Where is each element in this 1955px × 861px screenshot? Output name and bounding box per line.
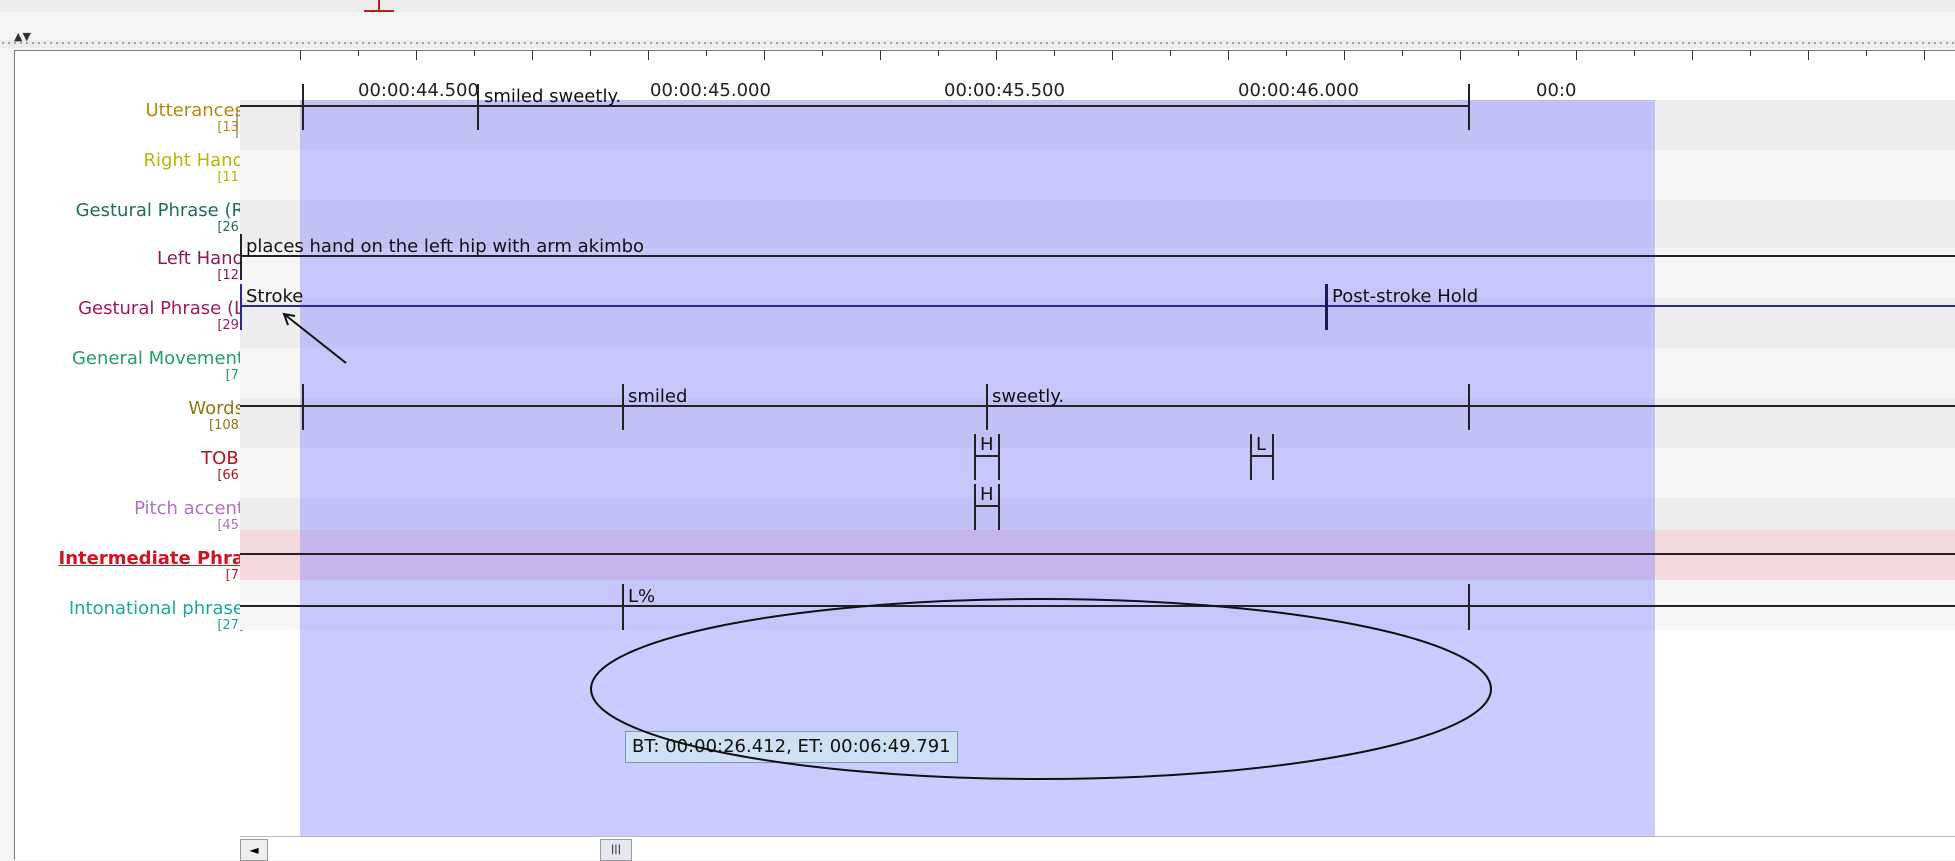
tick xyxy=(474,50,475,56)
split-divider[interactable] xyxy=(0,40,1955,48)
tier-label-left-hand[interactable]: Left Hand xyxy=(157,248,244,269)
utterance-annotation[interactable]: smiled sweetly. xyxy=(484,86,621,107)
tobi-annotation[interactable]: L xyxy=(1256,434,1266,455)
tick xyxy=(358,50,359,56)
annotation-boundary xyxy=(974,434,976,480)
crosshair-marker-base xyxy=(364,10,394,12)
ruler-label: 00:00:45.500 xyxy=(944,80,1065,101)
annotation-boundary xyxy=(477,84,479,130)
annotation-line xyxy=(1250,455,1274,457)
intonational-annotation[interactable]: L% xyxy=(628,586,655,607)
scroll-left-icon[interactable]: ◄ xyxy=(240,839,268,861)
ruler-label: 00:00:46.000 xyxy=(1238,80,1359,101)
tick xyxy=(1344,50,1345,60)
tick xyxy=(822,50,823,56)
word-annotation[interactable]: smiled xyxy=(628,386,687,407)
ruler-label: 00:00:44.500 xyxy=(358,80,479,101)
tick xyxy=(1112,50,1113,60)
annotation-line xyxy=(240,105,1470,107)
stroke-annotation[interactable]: Stroke xyxy=(246,286,303,307)
tick xyxy=(532,50,533,60)
tier-label-intonational-phrase[interactable]: Intonational phrase xyxy=(69,598,244,619)
annotation-boundary xyxy=(622,584,624,630)
tier-label-right-hand[interactable]: Right Hand xyxy=(143,150,244,171)
tick xyxy=(300,50,301,60)
annotation-boundary xyxy=(1325,284,1328,330)
annotation-line xyxy=(240,305,1955,307)
annotation-boundary xyxy=(1272,434,1274,480)
collapse-arrows-icon[interactable]: ▲▼ xyxy=(14,30,31,43)
annotation-boundary xyxy=(998,484,1000,530)
annotation-boundary xyxy=(302,384,304,430)
tier-label-utterances[interactable]: Utterances xyxy=(145,100,244,121)
tick xyxy=(416,50,417,60)
tick xyxy=(1402,50,1403,56)
annotation-boundary xyxy=(1250,434,1252,480)
annotation-boundary xyxy=(998,434,1000,480)
annotation-boundary xyxy=(622,384,624,430)
left-hand-annotation[interactable]: places hand on the left hip with arm aki… xyxy=(246,236,644,257)
annotation-boundary xyxy=(240,284,242,330)
time-tooltip: BT: 00:00:26.412, ET: 00:06:49.791 xyxy=(625,731,958,763)
tier-label-general-movement[interactable]: General Movement xyxy=(72,348,244,369)
annotation-boundary xyxy=(302,84,304,130)
tick xyxy=(1576,50,1577,60)
tick xyxy=(764,50,765,60)
annotation-boundary xyxy=(974,484,976,530)
tick xyxy=(1460,50,1461,60)
annotation-line xyxy=(974,455,1000,457)
tier-label-tobi[interactable]: TOBI xyxy=(201,448,244,469)
tick xyxy=(938,50,939,56)
post-stroke-hold-annotation[interactable]: Post-stroke Hold xyxy=(1332,286,1478,307)
tick xyxy=(1286,50,1287,56)
tick xyxy=(880,50,881,60)
tobi-annotation[interactable]: H xyxy=(980,434,994,455)
annotation-boundary xyxy=(240,234,242,280)
tier-label-words[interactable]: Words xyxy=(188,398,244,419)
annotation-line xyxy=(240,553,1955,555)
tick xyxy=(1170,50,1171,56)
horizontal-scrollbar[interactable]: ◄ ||| xyxy=(240,836,1955,861)
annotation-boundary xyxy=(1468,84,1470,130)
annotation-boundary xyxy=(986,384,988,430)
tick xyxy=(996,50,997,60)
tier-label-panel: Utterances [13] Right Hand [11] Gestural… xyxy=(14,50,244,859)
tier-label-gestural-phrase-r[interactable]: Gestural Phrase (R xyxy=(76,200,244,221)
annotation-line xyxy=(240,405,1955,407)
tick xyxy=(1924,50,1925,60)
ruler-label: 00:00:45.000 xyxy=(650,80,771,101)
tick xyxy=(1750,50,1751,56)
timeline-area[interactable]: 00:00:44.500 00:00:45.000 00:00:45.500 0… xyxy=(240,50,1955,859)
annotation-boundary xyxy=(1468,384,1470,430)
tier-count: [108] xyxy=(209,418,244,433)
tick xyxy=(1692,50,1693,60)
annotation-line xyxy=(240,605,1955,607)
pitch-accent-annotation[interactable]: H xyxy=(980,484,994,505)
tick xyxy=(1518,50,1519,56)
tick xyxy=(590,50,591,56)
tick xyxy=(706,50,707,56)
scroll-thumb-icon[interactable]: ||| xyxy=(600,839,632,861)
tick xyxy=(1054,50,1055,56)
top-strip xyxy=(0,0,1955,12)
annotation-boundary xyxy=(1468,584,1470,630)
tier-label-pitch-accent[interactable]: Pitch accent xyxy=(134,498,244,519)
tick xyxy=(1634,50,1635,56)
ruler-label: 00:0 xyxy=(1536,80,1577,101)
tick xyxy=(648,50,649,60)
word-annotation[interactable]: sweetly. xyxy=(992,386,1064,407)
tier-label-intermediate-phrase[interactable]: Intermediate Phra xyxy=(59,548,244,569)
time-selection[interactable] xyxy=(300,100,1655,859)
tick xyxy=(1228,50,1229,60)
annotation-line xyxy=(974,505,1000,507)
tick xyxy=(1808,50,1809,60)
tier-label-gestural-phrase-l[interactable]: Gestural Phrase (L xyxy=(78,298,244,319)
tick xyxy=(1866,50,1867,56)
